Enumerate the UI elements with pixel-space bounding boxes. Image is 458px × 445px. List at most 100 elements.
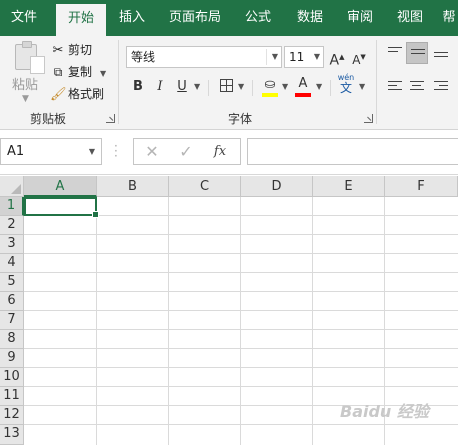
column-header-a[interactable]: A: [24, 176, 97, 197]
tab-insert[interactable]: 插入: [110, 0, 154, 36]
font-group-label: 字体: [228, 112, 253, 126]
row-header-1[interactable]: 1: [0, 197, 24, 216]
font-size-value: 11: [289, 50, 305, 64]
chevron-down-icon: ▼: [22, 94, 29, 104]
gridline: [24, 424, 458, 425]
row-header-4[interactable]: 4: [0, 254, 24, 273]
font-name-value: 等线: [131, 50, 156, 64]
column-header-d[interactable]: D: [241, 176, 313, 197]
chevron-down-icon[interactable]: ▼: [100, 69, 106, 78]
font-size-select[interactable]: 11 ▼: [284, 46, 324, 68]
copy-icon: ⧉: [53, 65, 63, 79]
gridline: [24, 234, 458, 235]
paint-bucket-icon: ⛀: [264, 77, 276, 92]
chevron-down-icon[interactable]: ▼: [359, 76, 365, 98]
tab-formulas[interactable]: 公式: [236, 0, 280, 36]
chevron-down-icon[interactable]: ▼: [89, 139, 95, 164]
tab-review[interactable]: 审阅: [338, 0, 382, 36]
cut-label: 剪切: [68, 43, 93, 57]
align-middle-button[interactable]: [406, 42, 428, 64]
align-bottom-button[interactable]: [430, 42, 452, 64]
column-header-f[interactable]: F: [385, 176, 458, 197]
bold-button[interactable]: B: [128, 76, 148, 98]
fill-color-swatch: [262, 93, 278, 97]
format-painter-label: 格式刷: [68, 87, 105, 101]
paintbrush-icon: 🖌: [50, 87, 67, 102]
align-top-icon: [388, 47, 402, 55]
align-left-button[interactable]: [384, 76, 406, 98]
gridline: [24, 386, 458, 387]
gridline: [24, 310, 458, 311]
row-header-3[interactable]: 3: [0, 235, 24, 254]
align-top-button[interactable]: [384, 42, 406, 64]
column-header-c[interactable]: C: [169, 176, 241, 197]
cut-button[interactable]: ✂ 剪切: [50, 40, 92, 60]
tab-view[interactable]: 视图: [388, 0, 432, 36]
enter-icon[interactable]: ✓: [172, 139, 200, 164]
tab-file[interactable]: 文件: [0, 0, 48, 36]
font-name-select[interactable]: 等线 ▼: [126, 46, 282, 68]
row-header-6[interactable]: 6: [0, 292, 24, 311]
cancel-icon[interactable]: ✕: [138, 139, 166, 164]
tab-data[interactable]: 数据: [288, 0, 332, 36]
formula-bar: A1 ▼ · · · ✕ ✓ fx: [0, 131, 458, 175]
underline-button[interactable]: U: [172, 76, 192, 98]
drag-handle-icon[interactable]: · · ·: [114, 140, 118, 162]
font-launcher-icon[interactable]: [364, 114, 373, 123]
gridline: [24, 367, 458, 368]
row-header-13[interactable]: 13: [0, 425, 24, 445]
align-right-button[interactable]: [430, 76, 452, 98]
chevron-down-icon[interactable]: ▼: [238, 76, 244, 98]
shrink-font-button[interactable]: A▼: [350, 46, 368, 68]
column-header-e[interactable]: E: [313, 176, 385, 197]
chevron-down-icon[interactable]: ▼: [316, 76, 322, 98]
row-header-9[interactable]: 9: [0, 349, 24, 368]
clipboard-launcher-icon[interactable]: [106, 114, 115, 123]
name-box-value: A1: [7, 144, 25, 159]
align-bottom-icon: [434, 52, 448, 60]
group-divider: [118, 40, 119, 124]
phonetic-guide-button[interactable]: wén 文: [336, 72, 356, 100]
paste-button[interactable]: 粘贴 ▼: [8, 40, 46, 104]
active-cell-a1[interactable]: [24, 197, 99, 218]
scissors-icon: ✂: [52, 43, 64, 58]
formula-input[interactable]: [247, 138, 458, 165]
ribbon-tab-bar: 文件 开始 插入 页面布局 公式 数据 审阅 视图 帮: [0, 0, 458, 36]
column-header-b[interactable]: B: [97, 176, 169, 197]
tab-help[interactable]: 帮: [440, 0, 458, 36]
italic-button[interactable]: I: [150, 76, 170, 98]
gridline: [24, 348, 458, 349]
group-divider: [252, 80, 253, 96]
chevron-down-icon: ▼: [313, 52, 320, 61]
tab-home[interactable]: 开始: [56, 4, 106, 36]
format-painter-button[interactable]: 🖌格式刷: [50, 84, 104, 104]
row-header-8[interactable]: 8: [0, 330, 24, 349]
row-header-7[interactable]: 7: [0, 311, 24, 330]
row-header-5[interactable]: 5: [0, 273, 24, 292]
row-header-10[interactable]: 10: [0, 368, 24, 387]
align-center-button[interactable]: [406, 76, 428, 98]
name-box[interactable]: A1 ▼: [0, 138, 102, 165]
chevron-down-icon[interactable]: ▼: [282, 76, 288, 98]
select-all-button[interactable]: [0, 176, 24, 197]
chevron-down-icon: ▼: [271, 52, 278, 61]
align-middle-icon: [411, 49, 425, 57]
font-color-button[interactable]: A: [294, 73, 312, 95]
borders-button[interactable]: [216, 76, 236, 98]
chevron-down-icon[interactable]: ▼: [194, 76, 200, 98]
align-center-icon: [410, 81, 424, 93]
row-header-12[interactable]: 12: [0, 406, 24, 425]
group-divider: [330, 80, 331, 96]
copy-label: 复制: [68, 65, 93, 79]
borders-icon: [219, 79, 233, 92]
row-header-11[interactable]: 11: [0, 387, 24, 406]
row-header-2[interactable]: 2: [0, 216, 24, 235]
gridline: [24, 272, 458, 273]
grow-font-button[interactable]: A▲: [328, 46, 346, 69]
tab-page-layout[interactable]: 页面布局: [162, 0, 228, 36]
group-divider: [208, 80, 209, 96]
clipboard-group-label: 剪贴板: [30, 112, 67, 126]
grow-font-icon: A: [329, 52, 340, 69]
copy-button[interactable]: ⧉ 复制 ▼: [50, 62, 106, 82]
insert-function-icon[interactable]: fx: [206, 139, 234, 164]
